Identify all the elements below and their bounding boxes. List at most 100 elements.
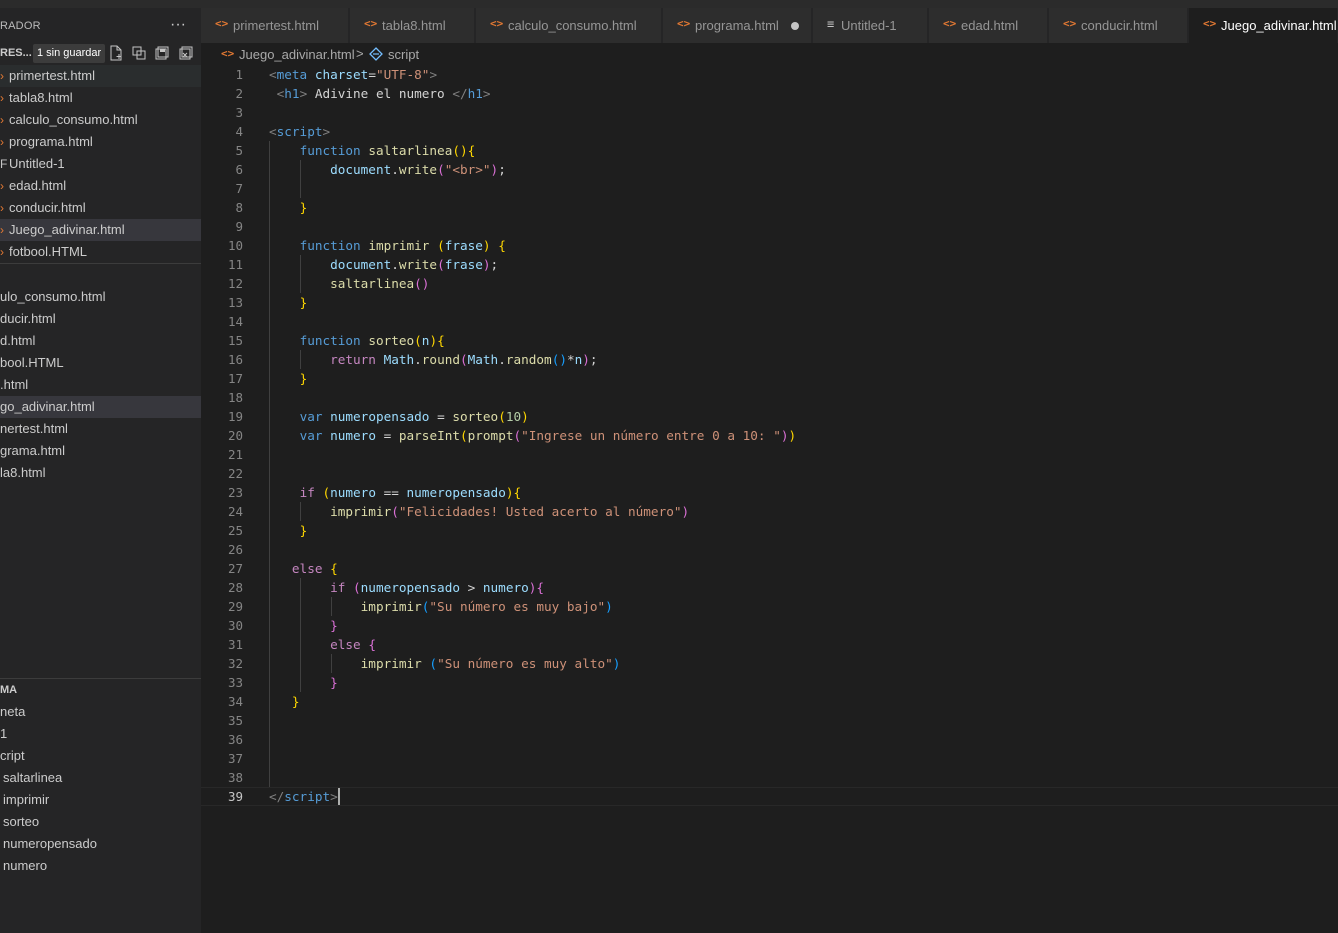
- tab-untitled[interactable]: ≡ Untitled-1: [813, 8, 928, 43]
- indent-guide: [269, 141, 270, 787]
- line-number: 6: [235, 162, 243, 177]
- code-line[interactable]: 23 if (numero == numeropensado){: [201, 483, 1338, 502]
- folder-file-item[interactable]: ulo_consumo.html: [0, 286, 201, 308]
- code-line[interactable]: 1 <meta charset="UTF-8">: [201, 65, 1338, 84]
- code-line[interactable]: 25 }: [201, 521, 1338, 540]
- code-line[interactable]: 2 <h1> Adivine el numero </h1>: [201, 84, 1338, 103]
- code-line[interactable]: 29 imprimir("Su número es muy bajo"): [201, 597, 1338, 616]
- open-editor-item[interactable]: › tabla8.html: [0, 87, 201, 109]
- html-file-icon: <>: [221, 47, 235, 60]
- code-text: </script>: [269, 789, 338, 804]
- code-line[interactable]: 37: [201, 749, 1338, 768]
- code-line[interactable]: 4 <script>: [201, 122, 1338, 141]
- folder-file-item[interactable]: ducir.html: [0, 308, 201, 330]
- indent-guide: [300, 502, 301, 521]
- folder-file-item[interactable]: nertest.html: [0, 418, 201, 440]
- code-line[interactable]: 7: [201, 179, 1338, 198]
- code-line[interactable]: 13 }: [201, 293, 1338, 312]
- code-line[interactable]: 16 return Math.round(Math.random()*n);: [201, 350, 1338, 369]
- code-line[interactable]: 22: [201, 464, 1338, 483]
- code-line[interactable]: 18: [201, 388, 1338, 407]
- symbol-tag-icon: [369, 47, 383, 61]
- breadcrumb-symbol[interactable]: script: [388, 47, 419, 62]
- outline-item[interactable]: 1: [0, 723, 201, 745]
- html-file-icon: <>: [364, 17, 378, 30]
- explorer-header: RADOR ···: [0, 16, 201, 36]
- code-line[interactable]: 27 else {: [201, 559, 1338, 578]
- code-line[interactable]: 10 function imprimir (frase) {: [201, 236, 1338, 255]
- folder-file-item[interactable]: la8.html: [0, 462, 201, 484]
- tab-conducir[interactable]: <> conducir.html: [1049, 8, 1188, 43]
- code-line[interactable]: 5 function saltarlinea(){: [201, 141, 1338, 160]
- open-editor-item[interactable]: › edad.html: [0, 175, 201, 197]
- code-line[interactable]: 17 }: [201, 369, 1338, 388]
- code-line[interactable]: 38: [201, 768, 1338, 787]
- open-editors-header[interactable]: RES... 1 sin guardar: [0, 43, 201, 65]
- code-line[interactable]: 3: [201, 103, 1338, 122]
- tab-programa[interactable]: <> programa.html: [663, 8, 812, 43]
- code-line[interactable]: 28 if (numeropensado > numero){: [201, 578, 1338, 597]
- code-line[interactable]: 32 imprimir ("Su número es muy alto"): [201, 654, 1338, 673]
- code-editor[interactable]: 1 <meta charset="UTF-8"> 2 <h1> Adivine el…: [201, 65, 1338, 933]
- unsaved-dot-icon[interactable]: [791, 22, 799, 30]
- code-text: }: [299, 523, 308, 538]
- more-actions-icon[interactable]: ···: [170, 16, 186, 34]
- outline-item[interactable]: imprimir: [3, 789, 201, 811]
- tab-edad[interactable]: <> edad.html: [929, 8, 1048, 43]
- outline-item[interactable]: saltarlinea: [3, 767, 201, 789]
- code-line[interactable]: 39 </script>: [201, 787, 1338, 806]
- outline-item[interactable]: cript: [0, 745, 201, 767]
- code-text: }: [330, 675, 338, 690]
- folder-file-item[interactable]: grama.html: [0, 440, 201, 462]
- open-editor-item[interactable]: › programa.html: [0, 131, 201, 153]
- code-line[interactable]: 14: [201, 312, 1338, 331]
- code-line[interactable]: 21: [201, 445, 1338, 464]
- folder-file-item-selected[interactable]: go_adivinar.html: [0, 396, 201, 418]
- open-editor-item[interactable]: › fotbool.HTML: [0, 241, 201, 263]
- tab-juego-adivinar[interactable]: <> Juego_adivinar.html: [1189, 8, 1338, 43]
- outline-item[interactable]: neta: [0, 701, 201, 723]
- code-line[interactable]: 36: [201, 730, 1338, 749]
- folder-file-item[interactable]: .html: [0, 374, 201, 396]
- outline-item[interactable]: numeropensado: [3, 833, 201, 855]
- code-line[interactable]: 8 }: [201, 198, 1338, 217]
- html-file-icon: ›: [0, 113, 4, 127]
- folder-file-item[interactable]: d.html: [0, 330, 201, 352]
- code-text: return Math.round(Math.random()*n);: [330, 352, 598, 367]
- code-line[interactable]: 20 var numero = parseInt(prompt("Ingrese…: [201, 426, 1338, 445]
- code-line[interactable]: 15 function sorteo(n){: [201, 331, 1338, 350]
- open-editor-label: primertest.html: [9, 68, 95, 83]
- code-line[interactable]: 34 }: [201, 692, 1338, 711]
- open-editor-item[interactable]: › primertest.html: [0, 65, 201, 87]
- line-number: 35: [227, 713, 243, 728]
- save-all-icon[interactable]: [154, 45, 170, 61]
- outline-item[interactable]: sorteo: [3, 811, 201, 833]
- breadcrumb-file[interactable]: Juego_adivinar.html: [239, 47, 355, 62]
- folder-file-item[interactable]: bool.HTML: [0, 352, 201, 374]
- code-line[interactable]: 12 saltarlinea(): [201, 274, 1338, 293]
- open-editor-item[interactable]: › calculo_consumo.html: [0, 109, 201, 131]
- code-text: function saltarlinea(){: [299, 143, 476, 158]
- tab-calculo-consumo[interactable]: <> calculo_consumo.html: [476, 8, 662, 43]
- new-folder-icon[interactable]: [131, 45, 147, 61]
- code-text: function imprimir (frase) {: [299, 238, 506, 253]
- open-editor-item[interactable]: F Untitled-1: [0, 153, 201, 175]
- code-line[interactable]: 6 document.write("<br>");: [201, 160, 1338, 179]
- tab-tabla8[interactable]: <> tabla8.html: [350, 8, 475, 43]
- tab-primertest[interactable]: <> primertest.html: [201, 8, 349, 43]
- outline-title[interactable]: MA: [0, 684, 17, 696]
- code-line[interactable]: 9: [201, 217, 1338, 236]
- code-line[interactable]: 26: [201, 540, 1338, 559]
- new-file-icon[interactable]: [108, 45, 124, 61]
- code-line[interactable]: 30 }: [201, 616, 1338, 635]
- outline-item[interactable]: numero: [3, 855, 201, 877]
- code-line[interactable]: 31 else {: [201, 635, 1338, 654]
- close-all-icon[interactable]: [178, 45, 194, 61]
- open-editor-item-active[interactable]: › Juego_adivinar.html: [0, 219, 201, 241]
- open-editor-item[interactable]: › conducir.html: [0, 197, 201, 219]
- code-line[interactable]: 19 var numeropensado = sorteo(10): [201, 407, 1338, 426]
- code-line[interactable]: 33 }: [201, 673, 1338, 692]
- code-line[interactable]: 35: [201, 711, 1338, 730]
- code-line[interactable]: 11 document.write(frase);: [201, 255, 1338, 274]
- code-line[interactable]: 24 imprimir("Felicidades! Usted acerto a…: [201, 502, 1338, 521]
